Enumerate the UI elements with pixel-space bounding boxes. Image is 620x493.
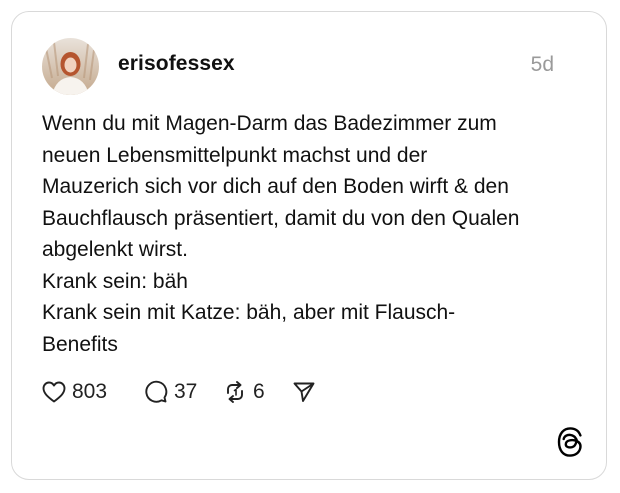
share-button[interactable] <box>292 376 316 408</box>
threads-logo-icon[interactable] <box>556 427 584 462</box>
post-text: Wenn du mit Magen-Darm das Badezimmer zu… <box>42 112 520 356</box>
user-avatar[interactable] <box>42 38 99 95</box>
repost-button[interactable]: 6 <box>223 376 265 408</box>
send-icon <box>292 380 316 404</box>
post-card: erisofessex 5d Wenn du mit Magen-Darm da… <box>11 11 607 480</box>
like-button[interactable]: 803 <box>42 376 107 408</box>
heart-icon <box>42 381 66 403</box>
post-timestamp: 5d <box>530 53 554 76</box>
username[interactable]: erisofessex <box>118 52 235 76</box>
repost-icon <box>223 380 247 404</box>
reply-button[interactable]: 37 <box>144 376 197 408</box>
reply-count: 37 <box>174 380 198 403</box>
repost-count: 6 <box>253 380 265 403</box>
like-count: 803 <box>72 380 108 403</box>
comment-bubble-icon <box>144 380 168 404</box>
